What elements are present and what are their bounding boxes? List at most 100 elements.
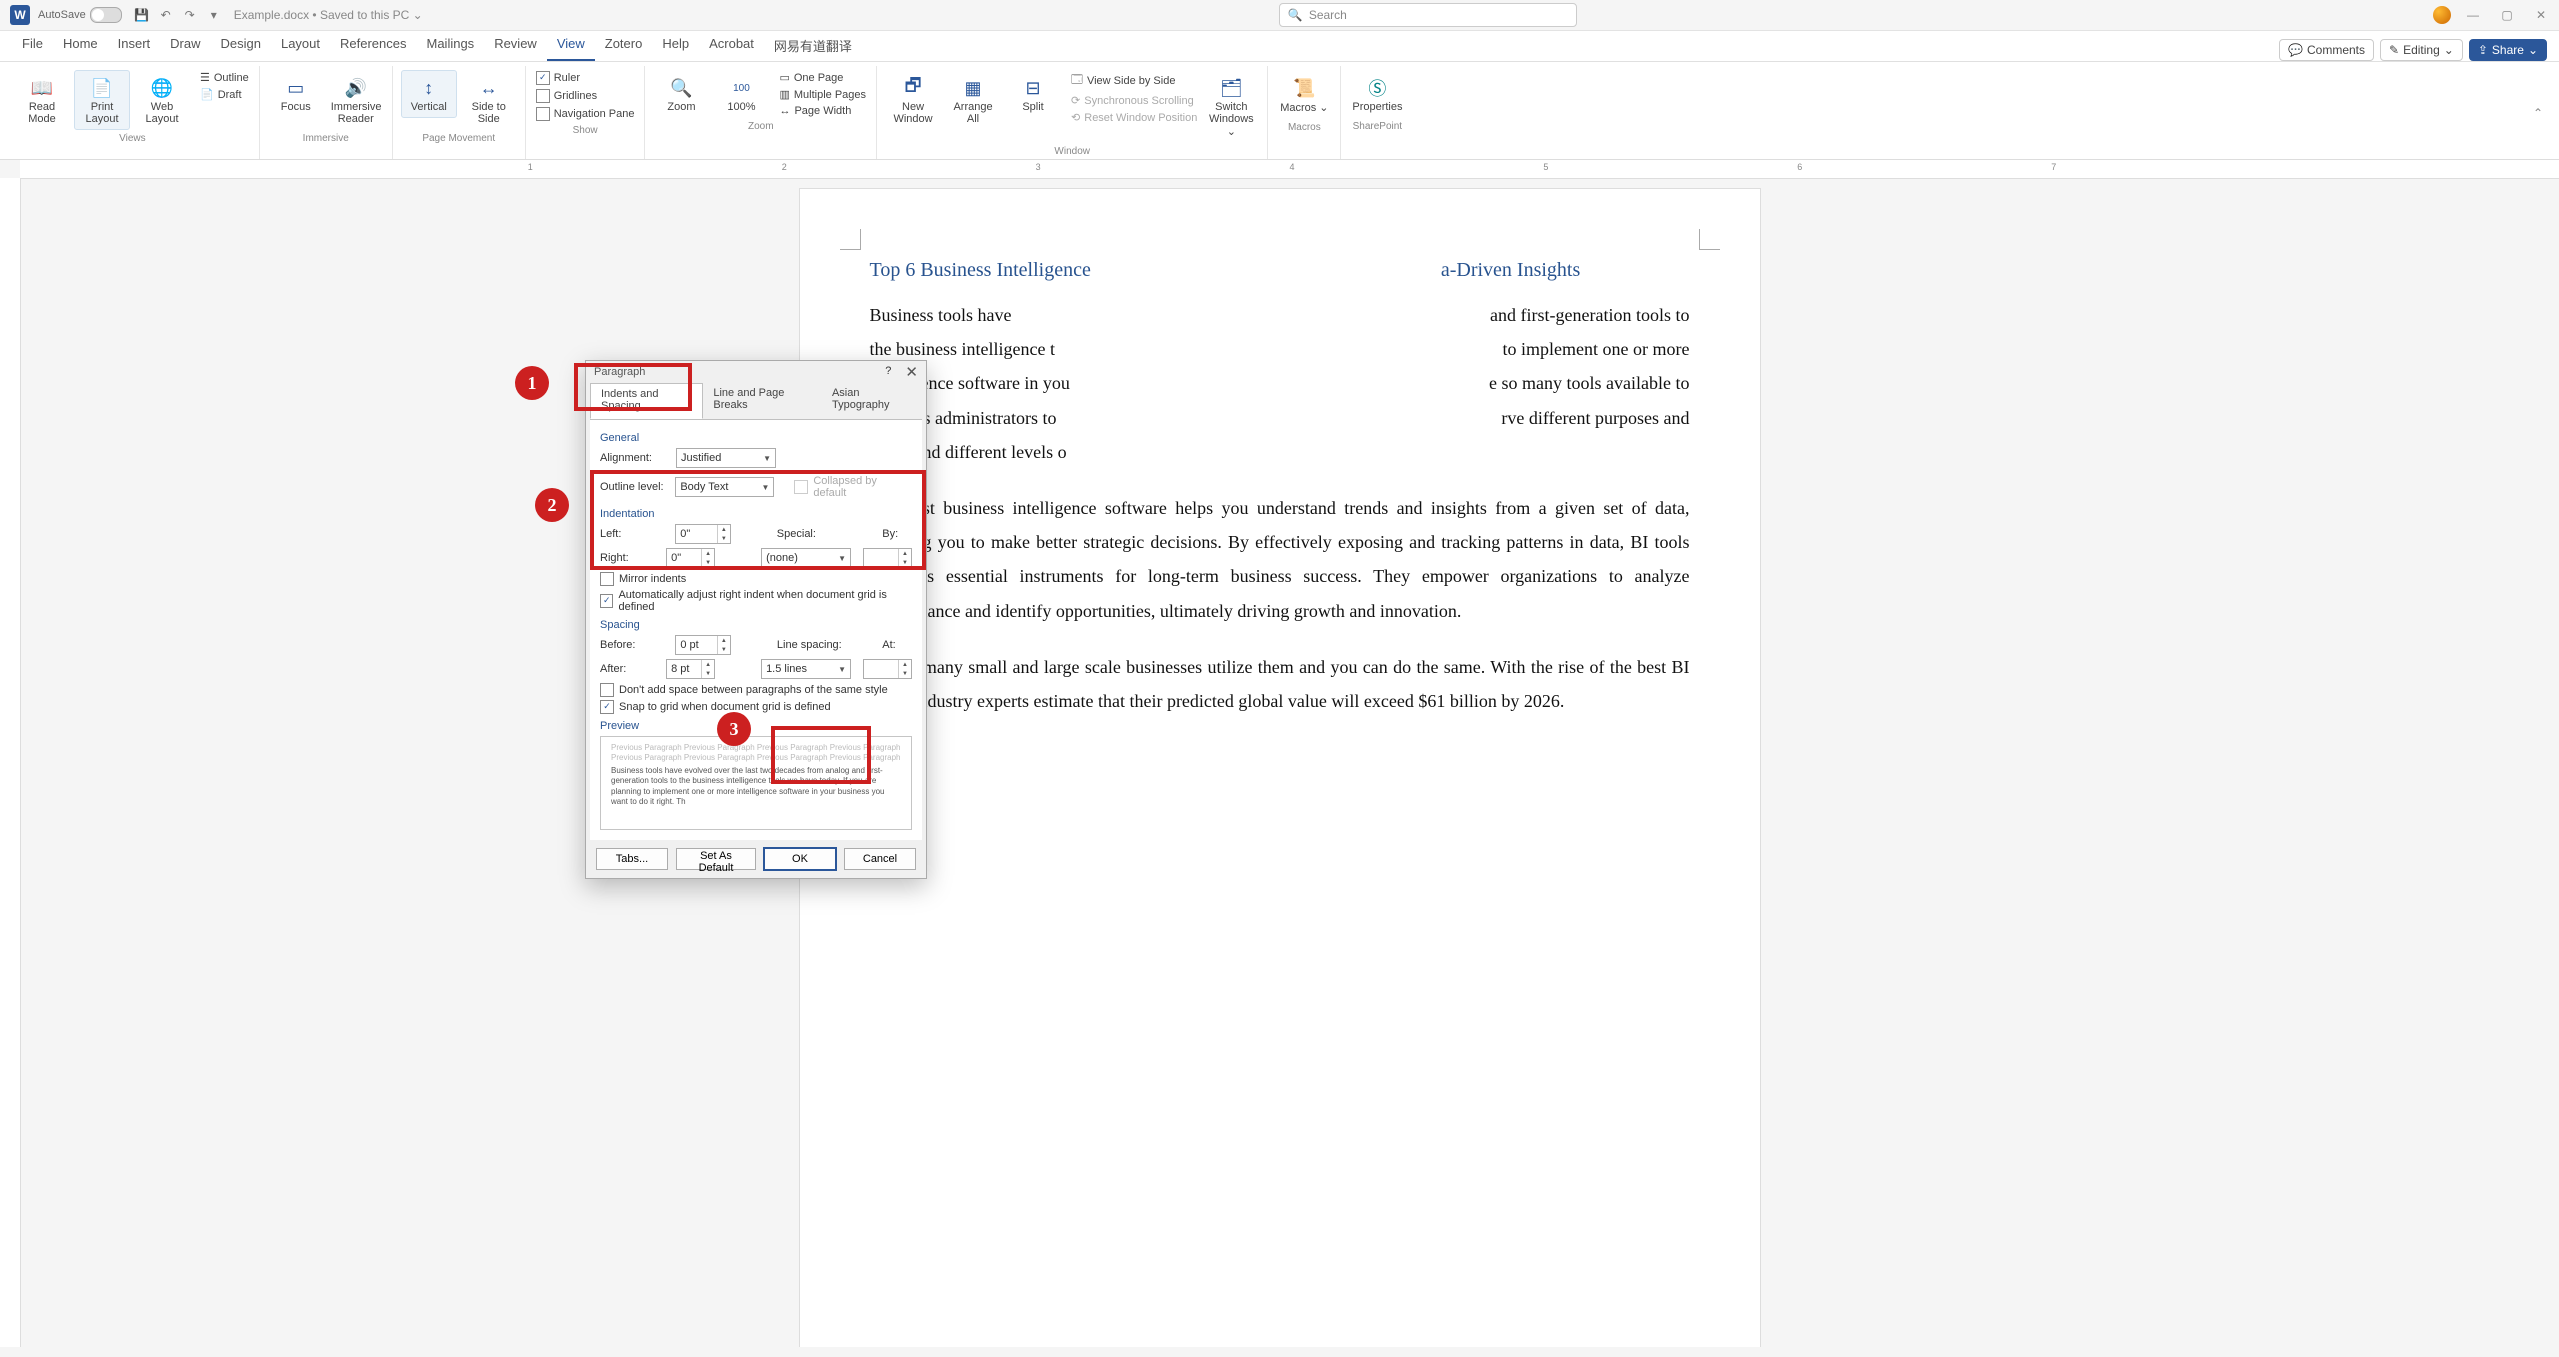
tab-layout[interactable]: Layout xyxy=(271,30,330,61)
left-indent-spinner[interactable]: 0"▲▼ xyxy=(675,524,731,544)
undo-icon[interactable]: ↶ xyxy=(157,6,175,24)
split-button[interactable]: ⊟Split xyxy=(1005,70,1061,118)
qat-more-icon[interactable]: ▾ xyxy=(205,6,223,24)
tab-acrobat[interactable]: Acrobat xyxy=(699,30,764,61)
side-to-side-icon: ↔ xyxy=(464,75,514,101)
reset-window-button[interactable]: ⟲ Reset Window Position xyxy=(1069,110,1199,125)
document-page[interactable]: Top 6 Business Intelligence xxxxxxxxxxxx… xyxy=(800,189,1760,1347)
tab-references[interactable]: References xyxy=(330,30,416,61)
set-default-button[interactable]: Set As Default xyxy=(676,848,756,870)
doc-name: Example.docx xyxy=(234,8,309,22)
collapsed-checkbox xyxy=(794,480,808,494)
group-macros: 📜Macros ⌄ Macros xyxy=(1268,66,1341,159)
tab-mailings[interactable]: Mailings xyxy=(417,30,485,61)
maximize-button[interactable]: ▢ xyxy=(2499,8,2515,22)
view-side-by-side-button[interactable]: 🗔 View Side by Side xyxy=(1069,70,1199,91)
macros-icon: 📜 xyxy=(1279,75,1329,101)
draft-button[interactable]: 📄 Draft xyxy=(198,87,251,102)
tab-home[interactable]: Home xyxy=(53,30,108,61)
macros-button[interactable]: 📜Macros ⌄ xyxy=(1276,70,1332,119)
redo-icon[interactable]: ↷ xyxy=(181,6,199,24)
close-button[interactable]: ✕ xyxy=(2533,8,2549,22)
autosave-label: AutoSave xyxy=(38,9,86,21)
alignment-combo[interactable]: Justified▼ xyxy=(676,448,776,468)
search-input[interactable]: 🔍 Search xyxy=(1279,3,1577,27)
new-window-button[interactable]: 🗗New Window xyxy=(885,70,941,130)
before-spinner[interactable]: 0 pt▲▼ xyxy=(675,635,731,655)
titlebar: W AutoSave 💾 ↶ ↷ ▾ Example.docx • Saved … xyxy=(0,0,2559,31)
sharepoint-icon: Ⓢ xyxy=(1352,75,1402,101)
split-icon: ⊟ xyxy=(1008,75,1058,101)
minimize-button[interactable]: — xyxy=(2465,8,2481,22)
focus-icon: ▭ xyxy=(271,75,321,101)
switch-windows-button[interactable]: 🗂Switch Windows ⌄ xyxy=(1203,70,1259,143)
before-label: Before: xyxy=(600,639,669,651)
help-button[interactable]: ? xyxy=(885,365,891,380)
tab-file[interactable]: File xyxy=(12,30,53,61)
share-button[interactable]: ⇪ Share ⌄ xyxy=(2469,39,2547,61)
doc-title[interactable]: Example.docx • Saved to this PC ⌄ xyxy=(234,8,423,22)
navpane-checkbox[interactable]: Navigation Pane xyxy=(534,106,637,122)
horizontal-ruler[interactable]: 1 2 3 4 5 6 7 xyxy=(20,160,2559,179)
cancel-button[interactable]: Cancel xyxy=(844,848,916,870)
vertical-icon: ↕ xyxy=(404,75,454,101)
dialog-close-button[interactable]: ✕ xyxy=(905,365,918,380)
collapse-ribbon-button[interactable]: ⌃ xyxy=(2523,100,2553,126)
group-window: 🗗New Window ▦Arrange All ⊟Split 🗔 View S… xyxy=(877,66,1268,159)
zoom-100-button[interactable]: 100100% xyxy=(713,70,769,118)
properties-button[interactable]: ⓈProperties xyxy=(1349,70,1405,118)
immersive-reader-button[interactable]: 🔊Immersive Reader xyxy=(328,70,384,130)
editing-mode-button[interactable]: ✎ Editing ⌄ xyxy=(2380,39,2463,61)
tab-zotero[interactable]: Zotero xyxy=(595,30,653,61)
after-label: After: xyxy=(600,663,660,675)
save-icon[interactable]: 💾 xyxy=(133,6,151,24)
doc-paragraph: The best business intelligence software … xyxy=(870,491,1690,628)
draft-icon: 📄 xyxy=(200,88,214,101)
read-mode-button[interactable]: 📖Read Mode xyxy=(14,70,70,130)
vertical-ruler[interactable] xyxy=(0,178,21,1347)
vertical-button[interactable]: ↕Vertical xyxy=(401,70,457,118)
tab-line-page-breaks[interactable]: Line and Page Breaks xyxy=(703,383,822,419)
tab-draw[interactable]: Draw xyxy=(160,30,210,61)
right-indent-spinner[interactable]: 0"▲▼ xyxy=(666,548,715,568)
ok-button[interactable]: OK xyxy=(764,848,836,870)
auto-adjust-checkbox[interactable]: ✓ xyxy=(600,594,613,608)
tab-insert[interactable]: Insert xyxy=(108,30,161,61)
focus-button[interactable]: ▭Focus xyxy=(268,70,324,118)
print-layout-button[interactable]: 📄Print Layout xyxy=(74,70,130,130)
tab-asian-typography[interactable]: Asian Typography xyxy=(822,383,922,419)
ruler-checkbox[interactable]: ✓Ruler xyxy=(534,70,637,86)
doc-status: Saved to this PC xyxy=(320,8,409,22)
tabs-button[interactable]: Tabs... xyxy=(596,848,668,870)
user-avatar-icon[interactable] xyxy=(2433,6,2451,24)
sync-scroll-button[interactable]: ⟳ Synchronous Scrolling xyxy=(1069,93,1199,108)
outline-button[interactable]: ☰ Outline xyxy=(198,70,251,85)
mirror-indents-checkbox[interactable] xyxy=(600,572,614,586)
at-spinner[interactable]: ▲▼ xyxy=(863,659,912,679)
page-width-button[interactable]: ↔ Page Width xyxy=(777,104,868,118)
comments-button[interactable]: 💬 Comments xyxy=(2279,39,2374,61)
tab-design[interactable]: Design xyxy=(211,30,271,61)
autosave-toggle[interactable] xyxy=(90,7,122,23)
one-page-button[interactable]: ▭ One Page xyxy=(777,70,868,85)
gridlines-checkbox[interactable]: Gridlines xyxy=(534,88,637,104)
snap-grid-checkbox[interactable]: ✓ xyxy=(600,700,614,714)
zoom-button[interactable]: 🔍Zoom xyxy=(653,70,709,118)
tab--[interactable]: 网易有道翻译 xyxy=(764,30,862,61)
by-spinner[interactable]: ▲▼ xyxy=(863,548,912,568)
multi-page-button[interactable]: ▥ Multiple Pages xyxy=(777,87,868,102)
after-spinner[interactable]: 8 pt▲▼ xyxy=(666,659,715,679)
special-combo[interactable]: (none)▼ xyxy=(761,548,851,568)
outline-combo[interactable]: Body Text▼ xyxy=(675,477,774,497)
tab-review[interactable]: Review xyxy=(484,30,547,61)
tab-view[interactable]: View xyxy=(547,30,595,61)
section-indentation-label: Indentation xyxy=(600,508,912,520)
arrange-all-button[interactable]: ▦Arrange All xyxy=(945,70,1001,130)
tab-indents-spacing[interactable]: Indents and Spacing xyxy=(590,383,703,419)
tab-help[interactable]: Help xyxy=(652,30,699,61)
no-add-space-checkbox[interactable] xyxy=(600,683,614,697)
word-app-icon: W xyxy=(10,5,30,25)
side-to-side-button[interactable]: ↔Side to Side xyxy=(461,70,517,130)
line-spacing-combo[interactable]: 1.5 lines▼ xyxy=(761,659,851,679)
web-layout-button[interactable]: 🌐Web Layout xyxy=(134,70,190,130)
